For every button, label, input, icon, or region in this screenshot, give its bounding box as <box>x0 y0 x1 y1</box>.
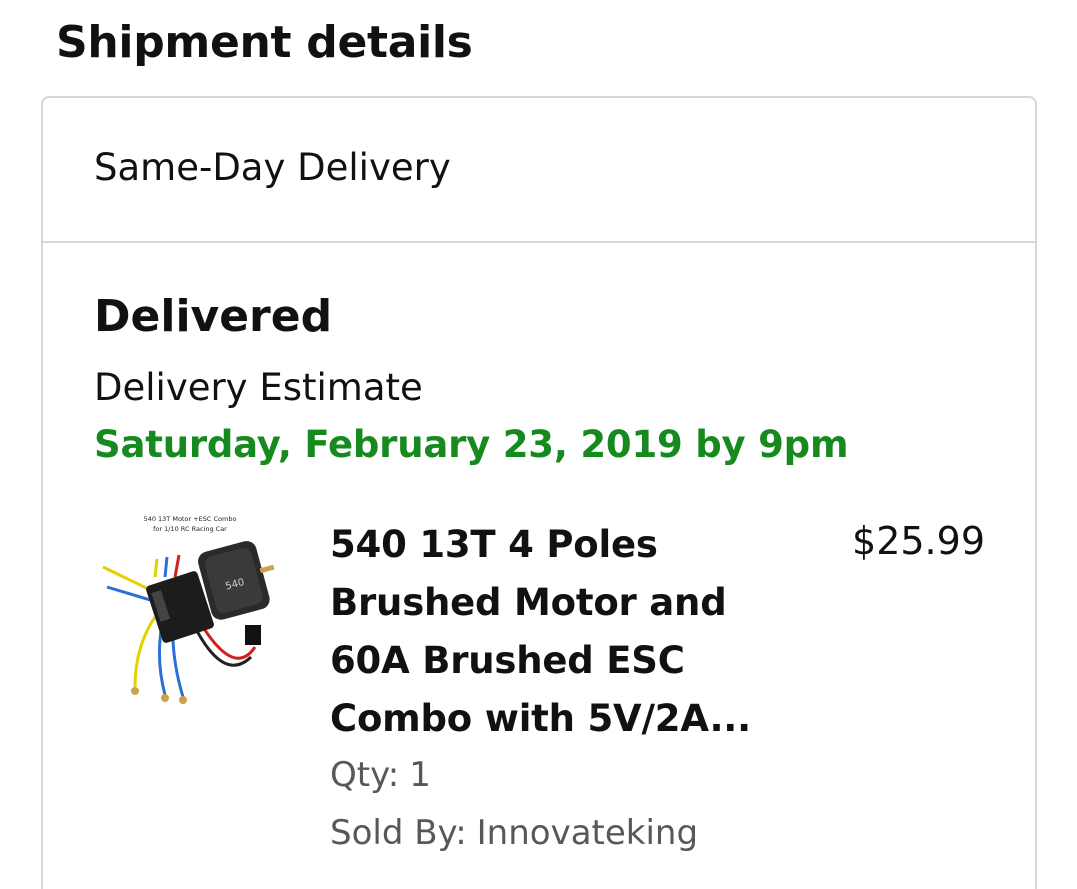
product-title-link[interactable]: 540 13T 4 Poles Brushed Motor and 60A Br… <box>330 516 780 748</box>
product-image[interactable]: 540 13T Motor +ESC Combo for 1/10 RC Rac… <box>95 507 285 707</box>
product-title-line: Combo with 5V/2A... <box>330 697 752 740</box>
motor-esc-icon: 540 13T Motor +ESC Combo for 1/10 RC Rac… <box>102 515 275 704</box>
delivery-status: Delivered <box>94 291 333 342</box>
product-title-line: Brushed Motor and <box>330 581 727 624</box>
quantity-value: 1 <box>409 755 431 795</box>
product-seller: Sold By: Innovateking <box>330 810 698 856</box>
seller-label: Sold By: <box>330 813 467 853</box>
delivery-estimate-date: Saturday, February 23, 2019 by 9pm <box>94 423 849 466</box>
image-caption-line1: 540 13T Motor +ESC Combo <box>144 515 237 523</box>
shipment-details-page: Shipment details Same-Day Delivery Deliv… <box>0 0 1077 889</box>
delivery-estimate-label: Delivery Estimate <box>94 366 423 409</box>
shipment-card: Same-Day Delivery Delivered Delivery Est… <box>41 96 1037 889</box>
seller-name: Innovateking <box>476 813 699 853</box>
product-quantity: Qty: 1 <box>330 752 431 798</box>
product-title-line: 60A Brushed ESC <box>330 639 685 682</box>
product-price: $25.99 <box>852 519 985 563</box>
product-title-line: 540 13T 4 Poles <box>330 523 658 566</box>
image-caption-line2: for 1/10 RC Racing Car <box>153 525 227 533</box>
quantity-label: Qty: <box>330 755 400 795</box>
section-title: Shipment details <box>56 17 473 68</box>
delivery-type-header[interactable]: Same-Day Delivery <box>43 98 1035 243</box>
delivery-type-label: Same-Day Delivery <box>94 146 451 189</box>
